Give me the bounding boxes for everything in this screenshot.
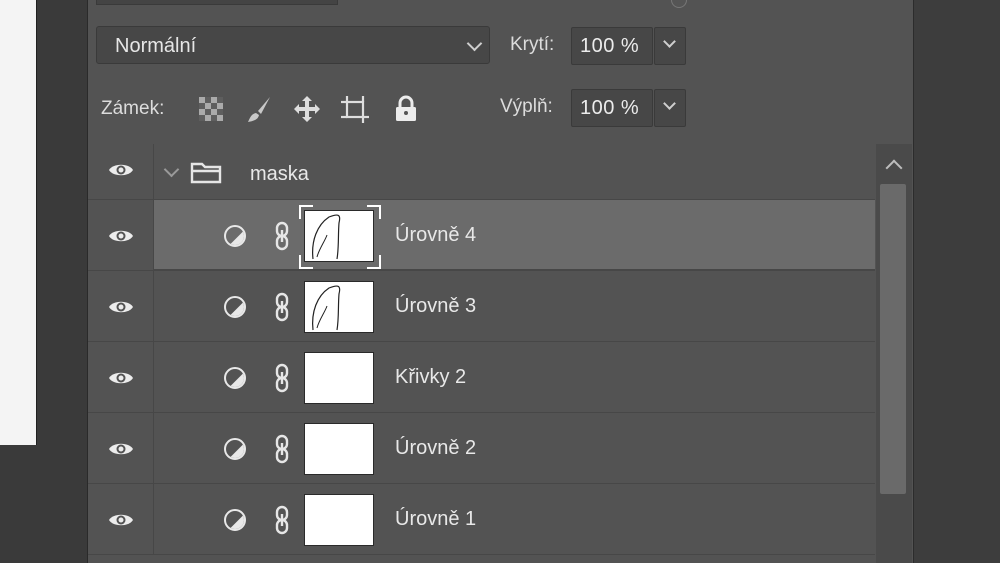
fill-dropdown-button[interactable]: [654, 89, 686, 127]
blend-mode-select[interactable]: Normální: [96, 26, 490, 64]
lock-all-icon[interactable]: [391, 94, 421, 124]
layer-row[interactable]: Úrovně 1: [88, 484, 875, 555]
layer-name: Úrovně 3: [395, 294, 477, 317]
group-expand-chevron-icon[interactable]: [163, 161, 180, 178]
visibility-toggle[interactable]: [88, 271, 154, 341]
layer-mask-thumbnail[interactable]: [304, 422, 374, 475]
eye-icon[interactable]: [108, 298, 134, 316]
lock-image-pixels-icon[interactable]: [244, 94, 274, 124]
adjustment-layer-icon[interactable]: [224, 508, 246, 531]
layers-list: maska Úrovně 4 Úrovně 3 Křivky 2 Úrovně …: [88, 144, 875, 563]
folder-icon: [190, 162, 222, 184]
workspace-background: [914, 0, 1000, 563]
link-mask-icon[interactable]: [274, 292, 290, 322]
adjustment-layer-icon[interactable]: [224, 437, 246, 460]
layer-group-row[interactable]: maska: [88, 144, 875, 200]
lock-artboard-icon[interactable]: [340, 94, 370, 124]
layer-mask-thumbnail[interactable]: [304, 493, 374, 546]
opacity-dropdown-button[interactable]: [654, 27, 686, 65]
chevron-down-icon: [663, 35, 676, 48]
visibility-toggle[interactable]: [88, 413, 154, 483]
scrollbar-thumb[interactable]: [880, 184, 906, 494]
selection-corner: [299, 254, 313, 269]
selection-corner: [367, 204, 381, 219]
layer-name: Úrovně 1: [395, 507, 477, 530]
visibility-toggle[interactable]: [88, 200, 154, 270]
layer-mask-thumbnail[interactable]: [304, 209, 374, 262]
chevron-down-icon: [663, 97, 676, 110]
adjustment-layer-icon[interactable]: [224, 224, 246, 247]
fill-input[interactable]: 100 %: [571, 89, 653, 127]
link-mask-icon[interactable]: [274, 363, 290, 393]
layer-row[interactable]: Úrovně 2: [88, 413, 875, 484]
eye-icon[interactable]: [108, 440, 134, 458]
opacity-value: 100 %: [580, 35, 640, 57]
opacity-label: Krytí:: [510, 34, 555, 55]
layer-name: Úrovně 4: [395, 223, 477, 246]
selection-corner: [299, 204, 313, 219]
lock-label: Zámek:: [101, 98, 165, 119]
group-name: maska: [250, 163, 309, 185]
fill-value: 100 %: [580, 97, 640, 119]
panel-tabs-edge: [96, 0, 338, 5]
layer-row[interactable]: Křivky 2: [88, 342, 875, 413]
link-mask-icon[interactable]: [274, 434, 290, 464]
eye-icon[interactable]: [108, 161, 134, 179]
selection-corner: [367, 254, 381, 269]
document-canvas: [0, 0, 37, 445]
visibility-toggle[interactable]: [88, 484, 154, 554]
eye-icon[interactable]: [108, 227, 134, 245]
lock-transparent-pixels-icon[interactable]: [196, 94, 226, 124]
link-mask-icon[interactable]: [274, 505, 290, 535]
lock-position-icon[interactable]: [292, 94, 322, 124]
adjustment-layer-icon[interactable]: [224, 295, 246, 318]
chevron-down-icon: [466, 35, 483, 52]
link-mask-icon[interactable]: [274, 221, 290, 251]
blend-mode-value: Normální: [115, 35, 197, 57]
visibility-toggle[interactable]: [88, 342, 154, 412]
layer-name: Úrovně 2: [395, 436, 477, 459]
opacity-input[interactable]: 100 %: [571, 27, 653, 65]
layer-row[interactable]: Úrovně 3: [88, 271, 875, 342]
visibility-toggle[interactable]: [88, 144, 154, 199]
eye-icon[interactable]: [108, 511, 134, 529]
layer-name: Křivky 2: [395, 365, 467, 388]
fill-label: Výplň:: [500, 96, 553, 117]
layer-mask-thumbnail[interactable]: [304, 351, 374, 404]
layer-mask-thumbnail[interactable]: [304, 280, 374, 333]
adjustment-layer-icon[interactable]: [224, 366, 246, 389]
eye-icon[interactable]: [108, 369, 134, 387]
layer-row[interactable]: Úrovně 4: [88, 200, 875, 271]
